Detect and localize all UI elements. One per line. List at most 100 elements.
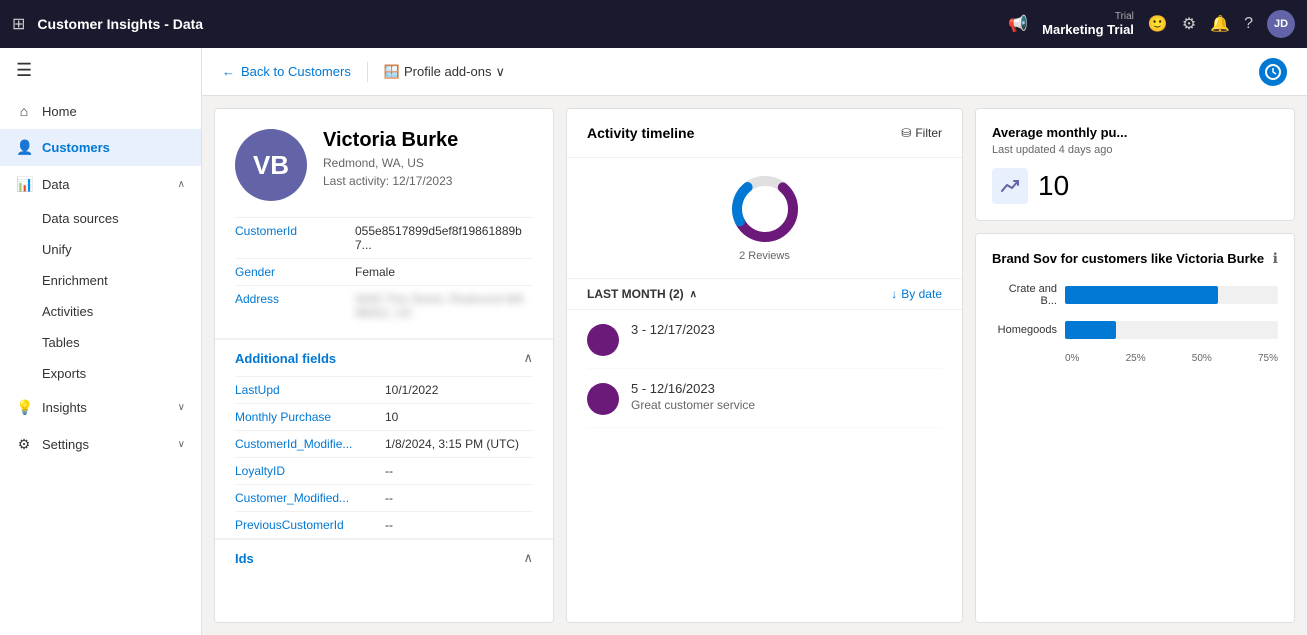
- customer-info: Victoria Burke Redmond, WA, US Last acti…: [323, 129, 533, 188]
- additional-fields-header[interactable]: Additional fields ∧: [215, 338, 553, 376]
- add-field-value-loyaltyid: --: [385, 464, 393, 478]
- sidebar-label-activities: Activities: [42, 304, 93, 319]
- profile-addons-button[interactable]: 🪟 Profile add-ons ∨: [384, 64, 505, 80]
- add-field-value-customerid-mod: 1/8/2024, 3:15 PM (UTC): [385, 437, 519, 451]
- home-icon: ⌂: [16, 103, 32, 119]
- axis-label-0: 0%: [1065, 353, 1079, 364]
- activity-item-title-1: 5 - 12/16/2023: [631, 381, 942, 396]
- app-title: Customer Insights - Data: [37, 16, 996, 32]
- bar-label-0: Crate and B...: [992, 283, 1057, 307]
- field-value-customerid: 055e8517899d5ef8f19861889b7...: [355, 224, 533, 252]
- add-field-label-customerid-mod: CustomerId_Modifie...: [235, 437, 385, 451]
- bar-label-1: Homegoods: [992, 324, 1057, 336]
- add-field-row-customerid-mod: CustomerId_Modifie... 1/8/2024, 3:15 PM …: [235, 430, 533, 457]
- bar-chart: Crate and B... Homegoods 0: [992, 283, 1278, 364]
- sidebar-label-data: Data: [42, 177, 69, 192]
- add-field-row-lastupd: LastUpd 10/1/2022: [235, 376, 533, 403]
- gear-icon[interactable]: ⚙: [1182, 14, 1196, 34]
- help-icon[interactable]: ?: [1244, 15, 1253, 33]
- field-value-gender: Female: [355, 265, 395, 279]
- topbar-right: [1259, 58, 1287, 86]
- sidebar-item-exports[interactable]: Exports: [0, 358, 201, 389]
- bar-row-0: Crate and B...: [992, 283, 1278, 307]
- ids-chevron[interactable]: ∧: [523, 550, 533, 566]
- speaker-icon[interactable]: 📢: [1008, 14, 1028, 34]
- customer-avatar: VB: [235, 129, 307, 201]
- trial-label: Trial: [1115, 11, 1134, 22]
- info-icon[interactable]: ℹ: [1273, 250, 1278, 267]
- metric-title: Average monthly pu...: [992, 125, 1278, 140]
- customer-card: VB Victoria Burke Redmond, WA, US Last a…: [214, 108, 554, 623]
- metric-subtitle: Last updated 4 days ago: [992, 144, 1278, 156]
- grid-icon[interactable]: ⊞: [12, 14, 25, 34]
- sidebar-item-tables[interactable]: Tables: [0, 327, 201, 358]
- avatar[interactable]: JD: [1267, 10, 1295, 38]
- back-label: Back to Customers: [241, 64, 351, 79]
- activity-item-sub-1: Great customer service: [631, 398, 942, 412]
- customer-fields: CustomerId 055e8517899d5ef8f19861889b7..…: [215, 217, 553, 338]
- sidebar-item-data-sources[interactable]: Data sources: [0, 203, 201, 234]
- back-to-customers-link[interactable]: ← Back to Customers: [222, 64, 351, 79]
- filter-button[interactable]: ⛁ Filter: [901, 126, 942, 140]
- bell-icon[interactable]: 🔔: [1210, 14, 1230, 34]
- sidebar-item-home[interactable]: ⌂ Home: [0, 93, 201, 129]
- sidebar-label-settings: Settings: [42, 437, 89, 452]
- field-row-gender: Gender Female: [235, 258, 533, 285]
- additional-fields-section: LastUpd 10/1/2022 Monthly Purchase 10 Cu…: [215, 376, 553, 538]
- field-value-address: 5000 This Street, Redmond WA 98052, US: [355, 292, 533, 320]
- app-body: ☰ ⌂ Home 👤 Customers 📊 Data ∧ Data sourc…: [0, 48, 1307, 635]
- data-chevron: ∧: [178, 179, 185, 190]
- settings-chevron: ∨: [178, 439, 185, 450]
- metric-icon: [992, 168, 1028, 204]
- settings-icon: ⚙: [16, 436, 32, 453]
- metric-number: 10: [1038, 170, 1069, 202]
- smiley-icon[interactable]: 🙂: [1148, 14, 1168, 34]
- ci-logo: [1259, 58, 1287, 86]
- field-row-customerid: CustomerId 055e8517899d5ef8f19861889b7..…: [235, 217, 533, 258]
- brand-title-row: Brand Sov for customers like Victoria Bu…: [992, 250, 1278, 267]
- activity-panel: Activity timeline ⛁ Filter 2 Rev: [566, 108, 963, 623]
- add-field-row-customer-mod: Customer_Modified... --: [235, 484, 533, 511]
- donut-svg: [730, 174, 800, 244]
- brand-title: Brand Sov for customers like Victoria Bu…: [992, 251, 1264, 266]
- axis-label-3: 75%: [1258, 353, 1278, 364]
- sidebar-item-unify[interactable]: Unify: [0, 234, 201, 265]
- topbar-divider: [367, 62, 368, 82]
- sort-label: By date: [901, 287, 942, 301]
- sidebar-item-enrichment[interactable]: Enrichment: [0, 265, 201, 296]
- field-label-customerid: CustomerId: [235, 224, 355, 238]
- activity-item-0: 3 - 12/17/2023: [587, 310, 942, 369]
- sidebar-item-settings[interactable]: ⚙ Settings ∨: [0, 426, 201, 463]
- donut-label: 2 Reviews: [739, 250, 790, 262]
- sidebar-item-customers[interactable]: 👤 Customers: [0, 129, 201, 166]
- activity-item-1: 5 - 12/16/2023 Great customer service: [587, 369, 942, 428]
- axis-label-2: 50%: [1192, 353, 1212, 364]
- bar-track-1: [1065, 321, 1278, 339]
- profile-addons-label: Profile add-ons: [404, 64, 491, 79]
- hamburger-button[interactable]: ☰: [0, 48, 201, 93]
- field-row-address: Address 5000 This Street, Redmond WA 980…: [235, 285, 533, 326]
- metric-card: Average monthly pu... Last updated 4 day…: [975, 108, 1295, 221]
- activity-list: 3 - 12/17/2023 5 - 12/16/2023 Great cust…: [567, 310, 962, 428]
- axis-label-1: 25%: [1126, 353, 1146, 364]
- main-content: ← Back to Customers 🪟 Profile add-ons ∨ …: [202, 48, 1307, 635]
- period-label[interactable]: LAST MONTH (2) ∧: [587, 287, 697, 301]
- data-icon: 📊: [16, 176, 32, 193]
- sidebar-item-data[interactable]: 📊 Data ∧: [0, 166, 201, 203]
- activity-item-title-0: 3 - 12/17/2023: [631, 322, 942, 337]
- add-field-value-monthly: 10: [385, 410, 398, 424]
- period-text: LAST MONTH (2): [587, 287, 684, 301]
- ids-header[interactable]: Ids ∧: [215, 538, 553, 576]
- filter-icon: ⛁: [901, 126, 911, 140]
- content-area: VB Victoria Burke Redmond, WA, US Last a…: [202, 96, 1307, 635]
- additional-fields-chevron[interactable]: ∧: [523, 350, 533, 366]
- period-sort[interactable]: ↓ By date: [891, 287, 942, 301]
- sort-icon: ↓: [891, 287, 897, 301]
- sidebar-item-insights[interactable]: 💡 Insights ∨: [0, 389, 201, 426]
- bar-fill-1: [1065, 321, 1116, 339]
- add-field-label-customer-mod: Customer_Modified...: [235, 491, 385, 505]
- bar-axis: 0% 25% 50% 75%: [992, 353, 1278, 364]
- sidebar-item-activities[interactable]: Activities: [0, 296, 201, 327]
- customers-icon: 👤: [16, 139, 32, 156]
- donut-chart: [730, 174, 800, 244]
